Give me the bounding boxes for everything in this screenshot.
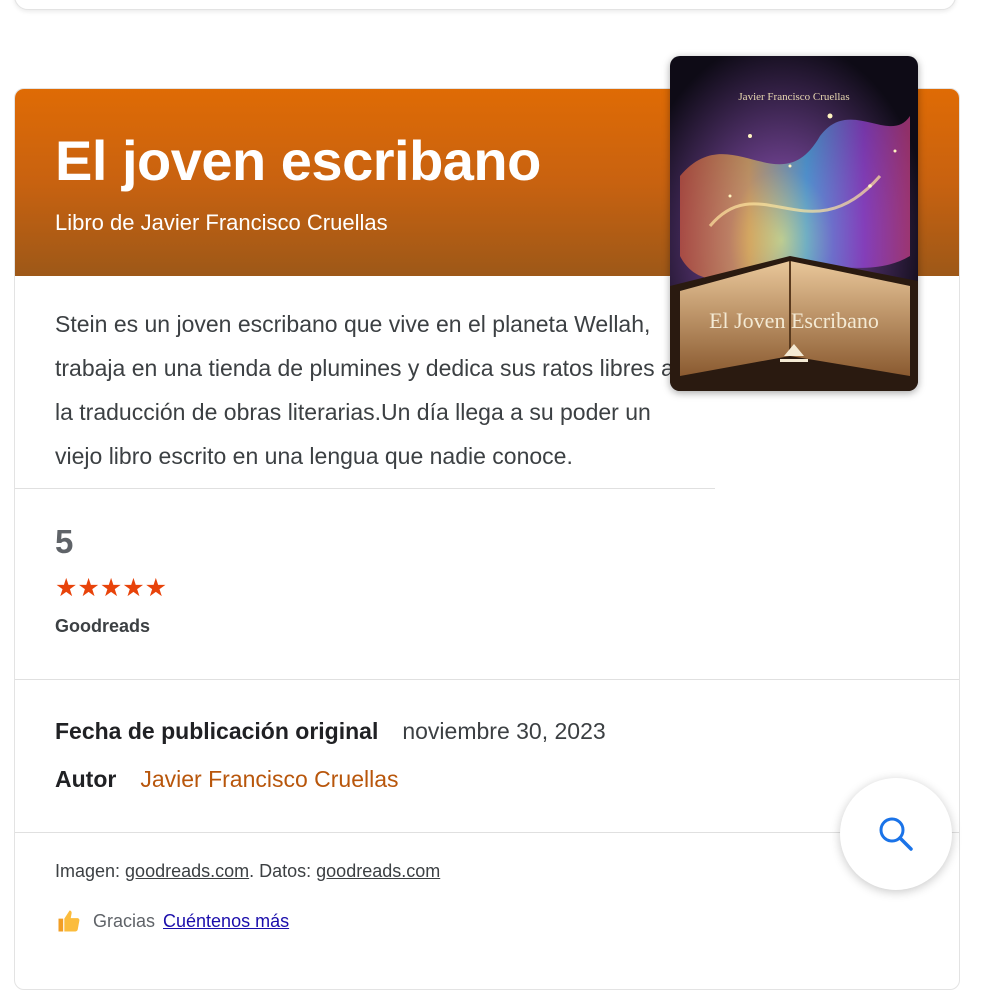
thumbs-up-icon[interactable]: [55, 907, 83, 935]
fact-publication-date: Fecha de publicación original noviembre …: [55, 718, 606, 745]
facts-section: Fecha de publicación original noviembre …: [15, 680, 959, 833]
rating-value: 5: [55, 523, 74, 560]
author-link[interactable]: Javier Francisco Cruellas: [140, 766, 398, 793]
source-attribution: Imagen: goodreads.com. Datos: goodreads.…: [55, 861, 440, 882]
book-subtitle: Libro de Javier Francisco Cruellas: [55, 210, 388, 235]
cover-title-text: El Joven Escribano: [709, 308, 879, 333]
search-icon: [879, 817, 913, 851]
previous-result-card: [14, 0, 956, 10]
thanks-text: Gracias: [93, 910, 156, 931]
search-button[interactable]: [840, 778, 952, 890]
cover-author-text: Javier Francisco Cruellas: [738, 91, 849, 103]
rating-section: 5 ★★★★★ Goodreads: [15, 489, 959, 680]
fact-value: noviembre 30, 2023: [402, 718, 606, 744]
fact-label: Autor: [55, 766, 117, 792]
book-title: El joven escribano: [55, 129, 541, 192]
data-prefix: . Datos:: [249, 861, 317, 881]
fact-label: Fecha de publicación original: [55, 718, 379, 744]
image-prefix: Imagen:: [55, 861, 126, 881]
image-source-link[interactable]: goodreads.com: [125, 861, 249, 881]
panel-footer: Imagen: goodreads.com. Datos: goodreads.…: [15, 833, 959, 989]
feedback-row: Gracias Cuéntenos más: [55, 907, 289, 935]
rating-stars: ★★★★★: [55, 574, 168, 602]
data-source-link[interactable]: goodreads.com: [316, 861, 440, 881]
book-description[interactable]: Stein es un joven escribano que vive en …: [15, 276, 715, 489]
description-text: Stein es un joven escribano que vive en …: [55, 311, 674, 469]
tell-more-link[interactable]: Cuéntenos más: [163, 911, 289, 932]
rating-source[interactable]: Goodreads: [55, 616, 150, 637]
book-cover-image[interactable]: Javier Francisco Cruellas El Joven Escri…: [670, 56, 918, 391]
fact-author: Autor Javier Francisco Cruellas: [55, 766, 399, 793]
cover-illustration: Javier Francisco Cruellas El Joven Escri…: [670, 56, 918, 391]
